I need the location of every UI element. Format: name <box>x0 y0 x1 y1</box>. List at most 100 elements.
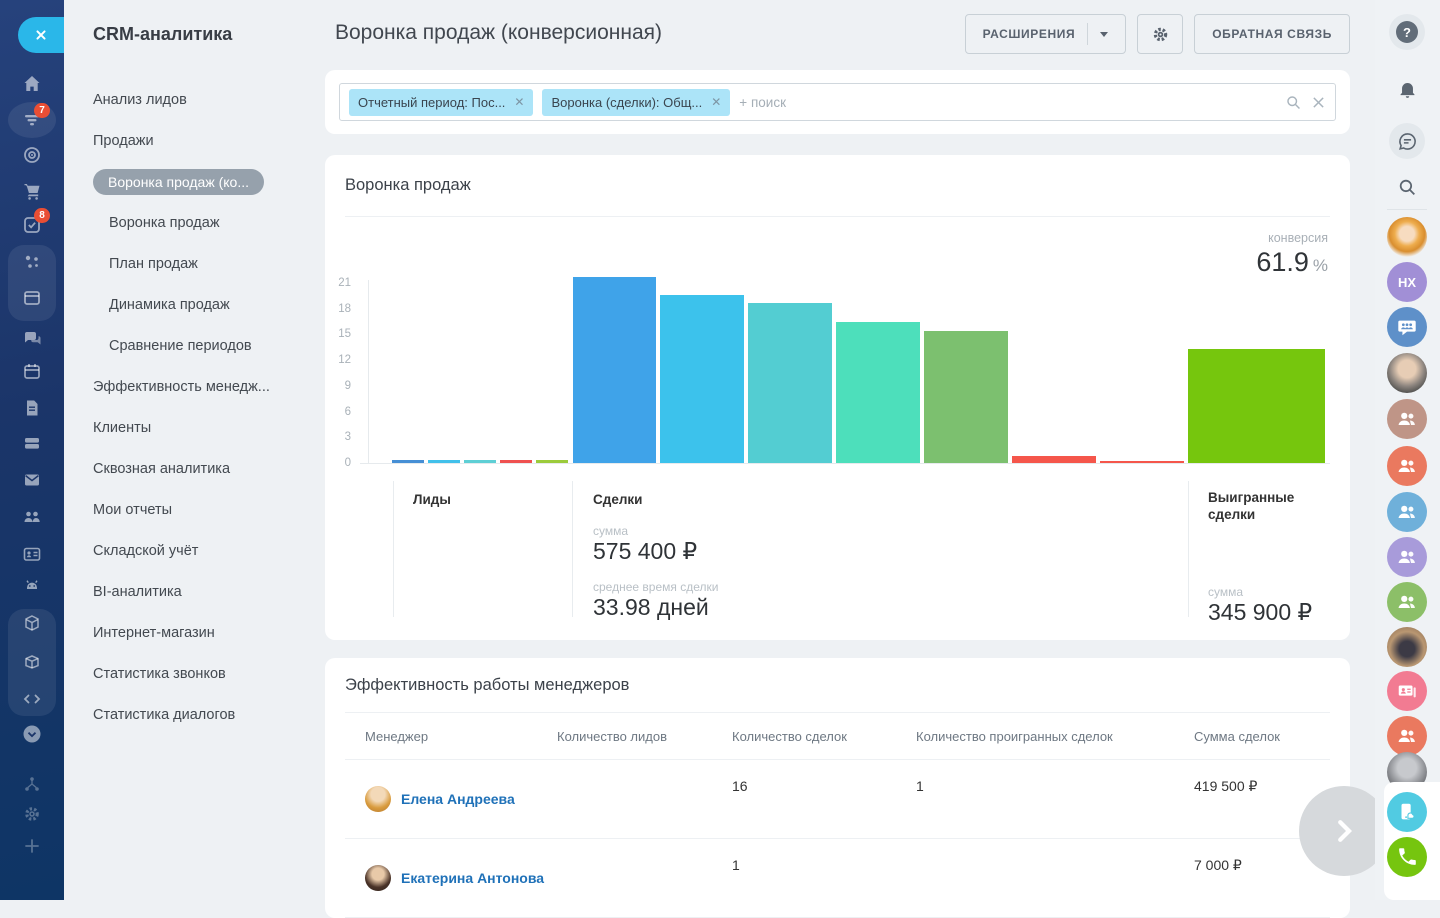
settings-button[interactable] <box>1137 14 1183 54</box>
code-icon[interactable] <box>22 689 42 709</box>
menu-item-6[interactable]: Сравнение периодов <box>109 325 322 366</box>
chip-remove-icon[interactable]: ✕ <box>514 95 524 109</box>
funnel-bar-6[interactable] <box>660 295 744 463</box>
document-icon[interactable] <box>22 398 42 418</box>
funnel-bar-11[interactable] <box>1100 461 1184 463</box>
menu-item-15[interactable]: Статистика диалогов <box>93 694 322 735</box>
funnel-bar-10[interactable] <box>1012 456 1096 463</box>
menu-item-5[interactable]: Динамика продаж <box>109 284 322 325</box>
col-manager: Менеджер <box>345 729 557 744</box>
y-axis <box>368 280 369 463</box>
conversion-value: 61.9 <box>1256 247 1309 278</box>
menu-item-0[interactable]: Анализ лидов <box>93 79 322 120</box>
chat-avatar-3[interactable] <box>1387 353 1427 393</box>
funnel-bar-7[interactable] <box>748 303 832 463</box>
menu-item-11[interactable]: Складской учёт <box>93 530 322 571</box>
funnel-bar-4[interactable] <box>536 460 568 463</box>
cart-icon[interactable] <box>22 181 42 201</box>
feedback-label: ОБРАТНАЯ СВЯЗЬ <box>1212 27 1332 41</box>
funnel-legend: Лиды Сделки сумма 575 400 ₽ среднее врем… <box>325 477 1330 625</box>
menu-item-8[interactable]: Клиенты <box>93 407 322 448</box>
chat-avatar-0[interactable] <box>1387 217 1427 257</box>
drive-icon[interactable] <box>22 433 42 453</box>
help-button[interactable]: ? <box>1389 14 1425 50</box>
connect-device-button[interactable] <box>1387 792 1427 832</box>
mail-icon[interactable] <box>22 470 42 490</box>
molecule-icon[interactable] <box>22 252 42 272</box>
menu-item-4[interactable]: План продаж <box>109 243 322 284</box>
chip-remove-icon[interactable]: ✕ <box>711 95 721 109</box>
funnel-bar-12[interactable] <box>1188 349 1325 463</box>
window-icon[interactable] <box>22 288 42 308</box>
chat-avatar-9[interactable] <box>1387 627 1427 667</box>
funnel-bar-5[interactable] <box>573 277 656 463</box>
settings-icon[interactable] <box>22 804 42 824</box>
chat-avatar-7[interactable] <box>1387 537 1427 577</box>
dialogs-button[interactable] <box>1389 123 1425 159</box>
menu-item-7[interactable]: Эффективность менедж... <box>93 366 322 407</box>
legend-leads: Лиды <box>413 491 451 508</box>
manager-link[interactable]: Екатерина Антонова <box>401 870 544 886</box>
widget-title: Воронка продаж <box>345 155 1330 217</box>
collapse-icon[interactable] <box>22 724 42 744</box>
tasks-icon[interactable]: 8 <box>22 215 42 235</box>
call-button[interactable] <box>1387 837 1427 877</box>
chevron-down-icon[interactable] <box>1100 32 1108 37</box>
menu-item-12[interactable]: BI-аналитика <box>93 571 322 612</box>
search-input[interactable]: Отчетный период: Пос... ✕ Воронка (сделк… <box>339 83 1336 121</box>
notifications-button[interactable] <box>1389 71 1425 107</box>
chat-avatar-initials[interactable]: НХ <box>1387 262 1427 302</box>
calendar-icon[interactable] <box>22 361 42 381</box>
menu-item-10[interactable]: Мои отчеты <box>93 489 322 530</box>
close-panel-button[interactable] <box>18 17 64 53</box>
button-divider <box>1087 23 1088 45</box>
filter-panel: Отчетный период: Пос... ✕ Воронка (сделк… <box>325 70 1350 134</box>
filter-chip-period[interactable]: Отчетный период: Пос... ✕ <box>349 89 533 116</box>
table-body: Елена Андреева161419 500 ₽Екатерина Анто… <box>345 760 1330 918</box>
extensions-button[interactable]: РАСШИРЕНИЯ <box>965 14 1127 54</box>
col-lost: Количество проигранных сделок <box>916 729 1194 744</box>
chat-avatar-8[interactable] <box>1387 582 1427 622</box>
target-icon[interactable] <box>22 145 42 165</box>
contact-card-icon[interactable] <box>22 544 42 564</box>
funnel-bar-9[interactable] <box>924 331 1008 463</box>
funnel-bar-2[interactable] <box>464 460 496 463</box>
menu-item-2[interactable]: Воронка продаж (ко... <box>93 161 322 202</box>
robot-icon[interactable] <box>22 575 42 595</box>
menu-item-1[interactable]: Продажи <box>93 120 322 161</box>
chat-avatar-10[interactable] <box>1387 671 1427 711</box>
funnel-bar-1[interactable] <box>428 460 460 463</box>
filter-chip-funnel[interactable]: Воронка (сделки): Общ... ✕ <box>542 89 730 116</box>
menu-item-3[interactable]: Воронка продаж <box>109 202 322 243</box>
funnel-bar-0[interactable] <box>392 460 424 463</box>
search-icon[interactable] <box>1285 94 1302 111</box>
widget-title: Эффективность работы менеджеров <box>345 658 1330 713</box>
search-sidebar-button[interactable] <box>1389 169 1425 205</box>
home-icon[interactable] <box>22 74 42 94</box>
help-icon: ? <box>1396 21 1418 43</box>
menu-item-9[interactable]: Сквозная аналитика <box>93 448 322 489</box>
cube-icon[interactable] <box>22 613 42 633</box>
y-tick: 12 <box>325 354 360 366</box>
menu-item-13[interactable]: Интернет-магазин <box>93 612 322 653</box>
manager-link[interactable]: Елена Андреева <box>401 791 515 807</box>
menu-item-14[interactable]: Статистика звонков <box>93 653 322 694</box>
add-icon[interactable] <box>22 836 42 856</box>
chat-avatar-4[interactable] <box>1387 399 1427 439</box>
chat-avatar-5[interactable] <box>1387 446 1427 486</box>
chat-avatar-11[interactable] <box>1387 716 1427 756</box>
clear-search-icon[interactable] <box>1312 96 1325 109</box>
chat-icon[interactable] <box>22 328 42 348</box>
chat-avatar-6[interactable] <box>1387 492 1427 532</box>
people-icon[interactable] <box>22 506 42 526</box>
conversion-block: конверсия 61.9% <box>1256 231 1328 278</box>
funnel-bar-3[interactable] <box>500 460 532 463</box>
messenger-rail: ? НХ <box>1375 0 1440 900</box>
box-icon[interactable] <box>22 652 42 672</box>
rail-divider <box>1387 209 1427 210</box>
chat-avatar-2[interactable] <box>1387 307 1427 347</box>
crm-funnel-icon[interactable]: 7 <box>22 110 42 130</box>
network-icon[interactable] <box>22 774 42 794</box>
funnel-bar-8[interactable] <box>836 322 920 463</box>
feedback-button[interactable]: ОБРАТНАЯ СВЯЗЬ <box>1194 14 1350 54</box>
